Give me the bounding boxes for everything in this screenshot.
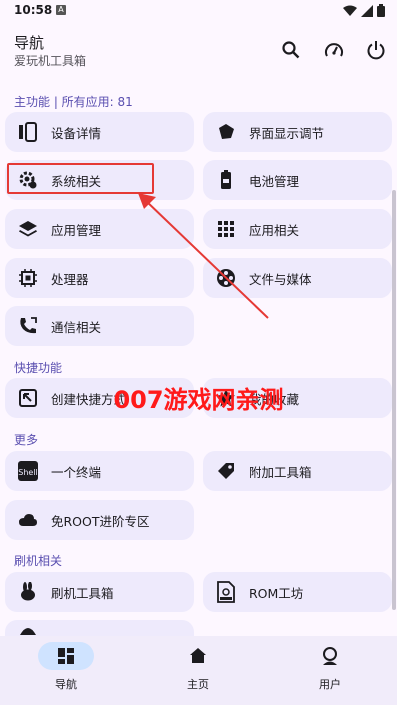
section-shortcut: 快捷功能 (14, 361, 63, 375)
svg-text:Shell: Shell (18, 468, 38, 477)
user-icon (323, 647, 337, 665)
speedometer-button[interactable] (322, 38, 346, 62)
rabbit-icon (17, 581, 39, 603)
display-tuning-icon (215, 121, 237, 143)
card-display-tuning[interactable]: 界面显示调节 (203, 112, 392, 152)
nav-label: 用户 (319, 678, 341, 691)
card-label: 应用管理 (51, 222, 102, 238)
notification-a-icon: A (56, 5, 66, 15)
status-time: 10:58 (14, 3, 53, 17)
nav-icon-wrap (170, 642, 226, 670)
card-label: 免ROOT进阶专区 (51, 513, 150, 529)
wifi-icon (343, 5, 357, 16)
rom-file-icon (215, 581, 237, 603)
app-header: 导航 爱玩机工具箱 (0, 28, 397, 76)
card-label: 刷机工具箱 (51, 585, 114, 601)
nav-label: 主页 (187, 678, 209, 691)
scrollbar[interactable] (392, 190, 396, 610)
search-icon (282, 41, 300, 59)
cloud-icon (17, 509, 39, 531)
device-info-icon (17, 121, 39, 143)
status-bar: 10:58 A (0, 0, 397, 22)
nav-item-user[interactable]: 用户 (264, 642, 396, 702)
page-title: 导航 (14, 34, 45, 52)
bottom-nav: 导航 主页 用户 (0, 636, 397, 705)
shell-icon: Shell (17, 460, 39, 482)
nav-label: 导航 (55, 678, 77, 691)
watermark-text: 007游戏网亲测 (113, 386, 284, 414)
card-label: 附加工具箱 (249, 464, 312, 480)
power-button[interactable] (364, 38, 388, 62)
card-label: 设备详情 (51, 125, 102, 141)
card-terminal[interactable]: Shell 一个终端 (5, 451, 194, 491)
layers-icon (17, 218, 39, 240)
card-label: 处理器 (51, 271, 89, 287)
section-flash: 刷机相关 (14, 554, 63, 568)
speedometer-icon (325, 43, 343, 57)
nav-icon-wrap (302, 642, 358, 670)
card-flash-toolbox[interactable]: 刷机工具箱 (5, 572, 194, 612)
home-icon (190, 648, 206, 663)
signal-icon (361, 4, 373, 17)
section-main: 主功能 | 所有应用: 81 (14, 95, 133, 109)
card-label: 一个终端 (51, 464, 102, 480)
search-button[interactable] (279, 38, 303, 62)
nav-item-home[interactable]: 主页 (132, 642, 264, 702)
phone-call-icon (17, 315, 39, 337)
section-more: 更多 (14, 433, 39, 447)
status-icons (343, 4, 385, 17)
card-label: 通信相关 (51, 319, 102, 335)
card-label: ROM工坊 (249, 585, 304, 601)
annotation-arrow-icon (138, 193, 269, 319)
page-subtitle: 爱玩机工具箱 (14, 54, 87, 68)
nav-active-indicator (38, 642, 94, 670)
card-addon-tools[interactable]: 附加工具箱 (203, 451, 392, 491)
power-icon (367, 41, 385, 60)
tag-icon (215, 460, 237, 482)
dashboard-icon (58, 648, 74, 664)
card-no-root[interactable]: 免ROOT进阶专区 (5, 500, 194, 540)
card-rom-workshop[interactable]: ROM工坊 (203, 572, 392, 612)
card-device-info[interactable]: 设备详情 (5, 112, 194, 152)
cpu-icon (17, 267, 39, 289)
battery-icon (377, 4, 385, 17)
nav-item-navigation[interactable]: 导航 (0, 642, 132, 702)
card-label: 界面显示调节 (249, 125, 325, 141)
